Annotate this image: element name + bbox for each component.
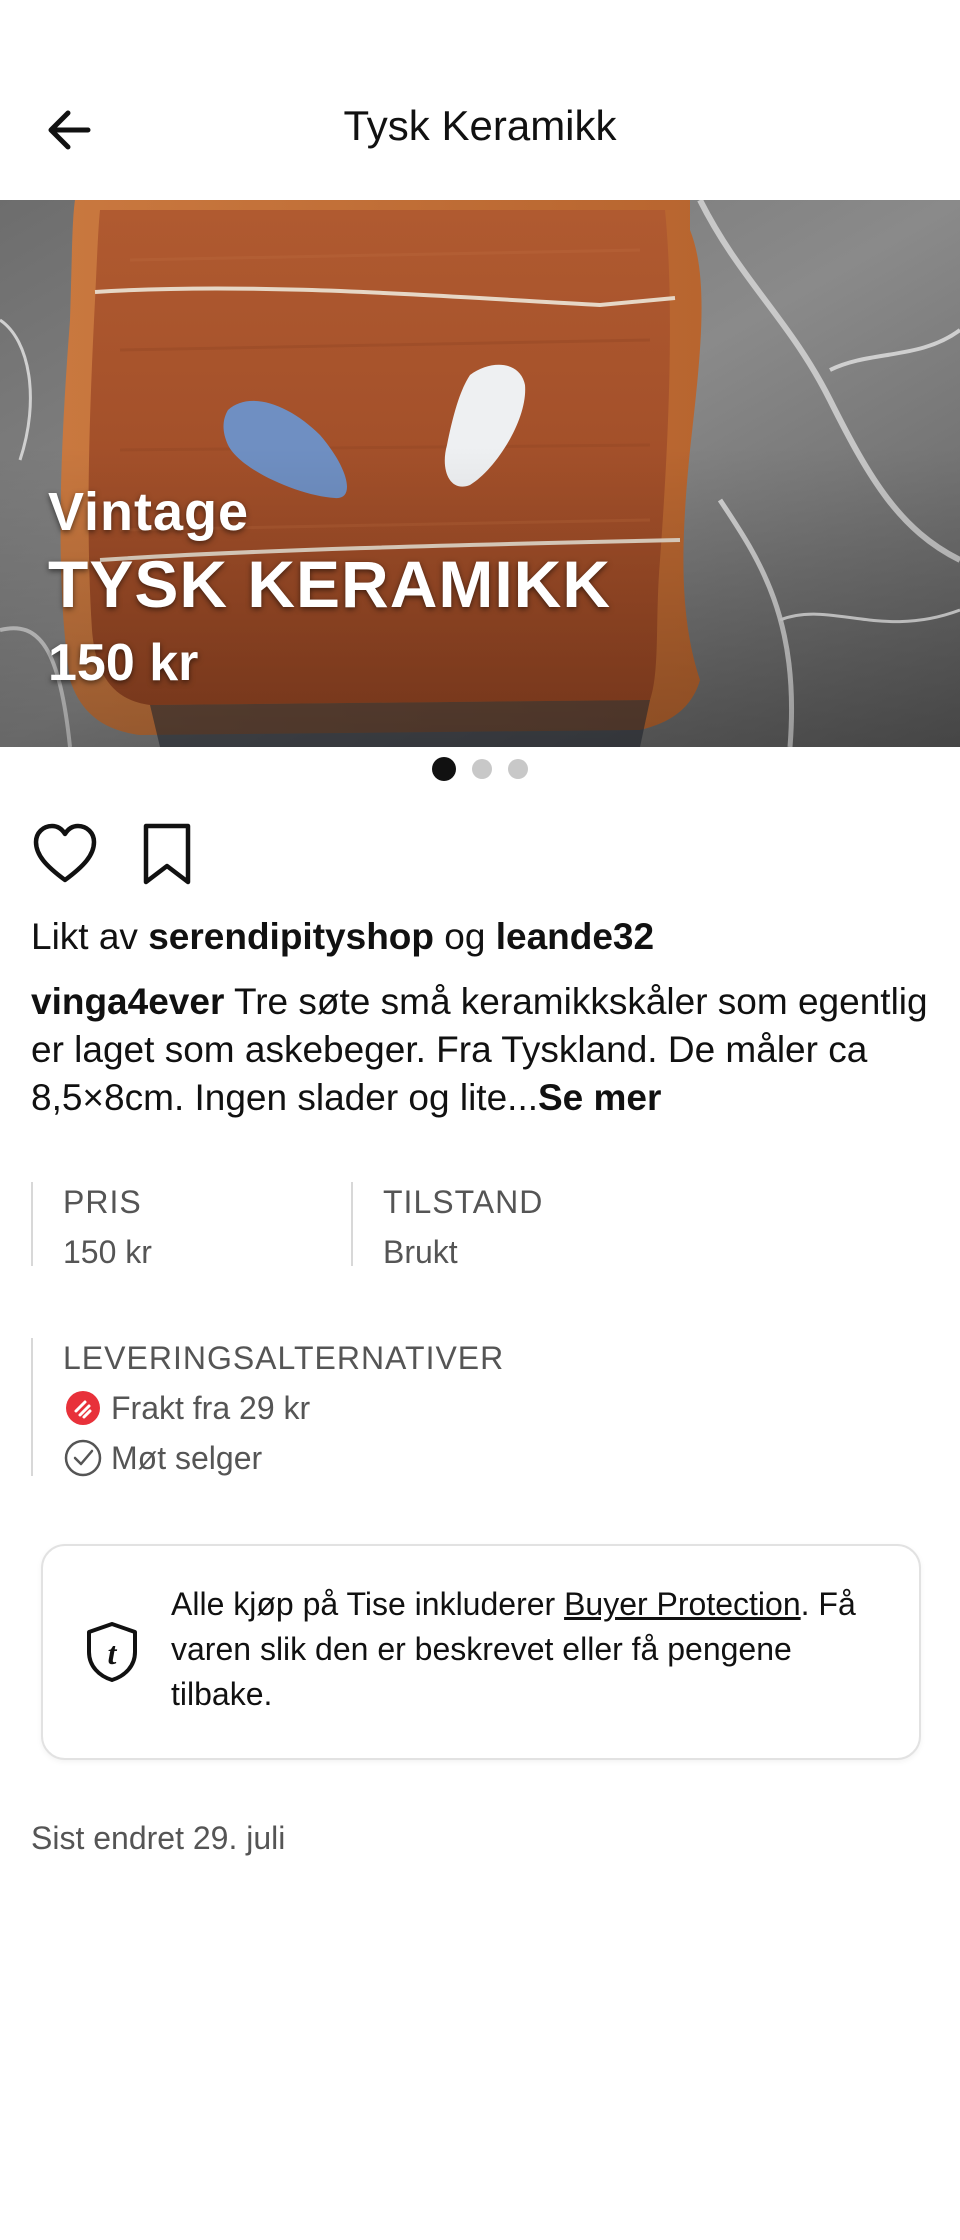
top-bar: Tysk Keramikk (0, 0, 960, 200)
bookmark-icon[interactable] (140, 822, 194, 886)
delivery-option-text: Frakt fra 29 kr (111, 1390, 311, 1426)
delivery-option: Møt selger (63, 1438, 504, 1478)
action-bar (32, 822, 194, 886)
condition-label: TILSTAND (383, 1184, 544, 1220)
page-title: Tysk Keramikk (343, 102, 617, 149)
carousel-indicator (0, 757, 960, 781)
delivery-info: LEVERINGSALTERNATIVER Frakt fra 29 kr Mø… (31, 1338, 505, 1478)
liked-conjunction: og (444, 916, 486, 957)
last-edited: Sist endret 29. juli (31, 1820, 286, 1856)
liked-user-link[interactable]: serendipityshop (148, 916, 434, 957)
see-more-link[interactable]: Se mer (538, 1077, 661, 1118)
buyer-protection-text: Alle kjøp på Tise inkluderer Buyer Prote… (171, 1582, 891, 1717)
delivery-label: LEVERINGSALTERNATIVER (63, 1340, 505, 1376)
carousel-dot[interactable] (472, 759, 492, 779)
condition-value: Brukt (383, 1234, 458, 1270)
shield-icon: t (87, 1622, 137, 1682)
liked-by: Likt av serendipityshop og leande32 (31, 916, 654, 958)
protection-text-before: Alle kjøp på Tise inkluderer (171, 1586, 565, 1622)
hero-overlay: Vintage TYSK KERAMIKK 150 kr (48, 480, 611, 698)
delivery-option: Frakt fra 29 kr (63, 1388, 504, 1428)
delivery-option-text: Møt selger (111, 1440, 263, 1476)
hero-title: TYSK KERAMIKK (48, 547, 612, 621)
seller-username[interactable]: vinga4ever (31, 981, 224, 1022)
buyer-protection-link[interactable]: Buyer Protection (564, 1586, 801, 1622)
carousel-dot[interactable] (432, 757, 456, 781)
svg-text:t: t (108, 1635, 118, 1671)
check-circle-icon (64, 1439, 102, 1477)
price-value: 150 kr (63, 1234, 152, 1270)
condition-info: TILSTAND Brukt (351, 1182, 544, 1270)
description: vinga4ever Tre søte små keramikkskåler s… (31, 978, 941, 1122)
price-label: PRIS (63, 1184, 142, 1220)
liked-user-link[interactable]: leande32 (496, 916, 654, 957)
price-info: PRIS 150 kr (31, 1182, 152, 1270)
carousel-dot[interactable] (508, 759, 528, 779)
shipping-icon (66, 1391, 100, 1425)
hero-price: 150 kr (48, 634, 199, 692)
product-image[interactable]: Vintage TYSK KERAMIKK 150 kr (0, 200, 960, 747)
buyer-protection-card: t Alle kjøp på Tise inkluderer Buyer Pro… (41, 1544, 921, 1760)
heart-icon[interactable] (32, 822, 98, 886)
hero-vintage-label: Vintage (48, 482, 250, 542)
liked-prefix: Likt av (31, 916, 138, 957)
